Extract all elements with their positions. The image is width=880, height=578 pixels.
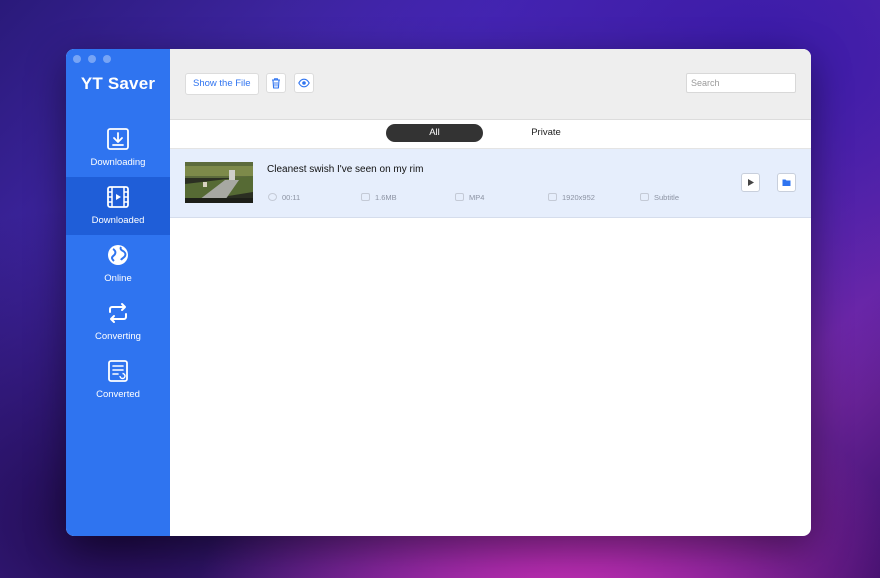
- sidebar-item-label: Downloaded: [91, 215, 145, 226]
- search-input[interactable]: [686, 73, 796, 93]
- resolution-meta: 1920x952: [548, 193, 595, 202]
- file-size-icon: [361, 193, 370, 201]
- format-icon: [455, 193, 464, 201]
- delete-button[interactable]: [266, 73, 286, 93]
- eye-icon: [298, 78, 310, 88]
- resolution-icon: [548, 193, 557, 201]
- duration-meta: 00:11: [268, 193, 300, 202]
- sidebar-item-downloaded[interactable]: Downloaded: [66, 177, 170, 235]
- format-meta: MP4: [455, 193, 484, 202]
- close-window-button[interactable]: [73, 55, 81, 63]
- sidebar-item-label: Converting: [95, 331, 141, 342]
- sidebar-item-label: Converted: [96, 389, 140, 400]
- play-icon: [748, 179, 754, 186]
- size-meta: 1.6MB: [361, 193, 397, 202]
- app-logo: YT Saver: [80, 74, 156, 93]
- preview-button[interactable]: [294, 73, 314, 93]
- tab-private[interactable]: Private: [510, 124, 582, 142]
- clock-icon: [268, 193, 277, 201]
- filter-tabs: All Private: [170, 120, 811, 149]
- video-thumbnail: [185, 162, 253, 203]
- folder-icon: [782, 179, 791, 186]
- sidebar-item-label: Downloading: [90, 157, 146, 168]
- film-icon: [107, 186, 129, 208]
- app-window: YT Saver Downloading Downloaded Online C…: [66, 49, 811, 536]
- download-icon: [107, 128, 129, 150]
- tab-all[interactable]: All: [386, 124, 483, 142]
- play-button[interactable]: [741, 173, 760, 192]
- sidebar-item-online[interactable]: Online: [66, 235, 170, 293]
- subtitle-meta: Subtitle: [640, 193, 679, 202]
- sidebar-item-downloading[interactable]: Downloading: [66, 119, 170, 177]
- globe-icon: [108, 245, 128, 265]
- show-file-button[interactable]: Show the File: [185, 73, 259, 95]
- sidebar: YT Saver Downloading Downloaded Online C…: [66, 49, 170, 536]
- toolbar: Show the File: [170, 49, 811, 120]
- open-folder-button[interactable]: [777, 173, 796, 192]
- zoom-window-button[interactable]: [103, 55, 111, 63]
- minimize-window-button[interactable]: [88, 55, 96, 63]
- convert-icon: [109, 303, 127, 323]
- converted-doc-icon: [108, 360, 128, 382]
- sidebar-item-label: Online: [104, 273, 132, 284]
- trash-icon: [272, 78, 280, 89]
- list-item[interactable]: Cleanest swish I've seen on my rim 00:11…: [170, 149, 811, 218]
- video-title: Cleanest swish I've seen on my rim: [267, 164, 424, 175]
- sidebar-item-converted[interactable]: Converted: [66, 351, 170, 409]
- sidebar-item-converting[interactable]: Converting: [66, 293, 170, 351]
- subtitle-icon: [640, 193, 649, 201]
- window-controls: [73, 55, 111, 63]
